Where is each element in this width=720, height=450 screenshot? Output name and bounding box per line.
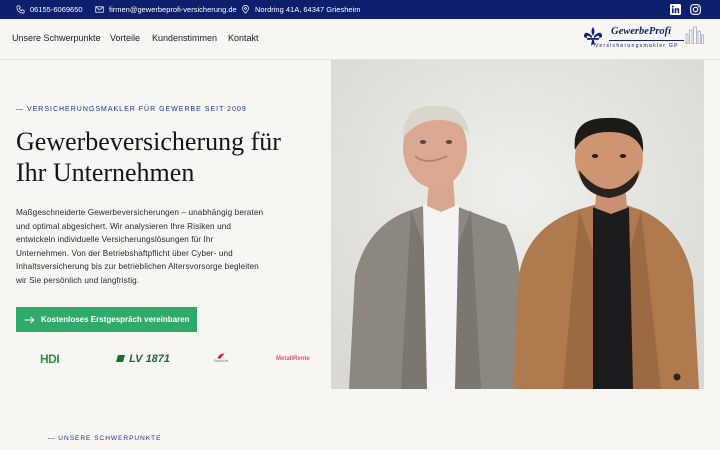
email-address: firmen@gewerbeprofi-versicherung.de [109,5,237,14]
email-contact[interactable]: firmen@gewerbeprofi-versicherung.de [95,0,237,19]
top-contact-bar: 06155-6069650 firmen@gewerbeprofi-versic… [0,0,720,19]
logo-name: GewerbeProfi [611,26,672,37]
cta-button[interactable]: Kostenloses Erstgespräch vereinbaren [16,307,197,332]
hero-description: Maßgeschneiderte Gewerbeversicherungen –… [16,208,264,285]
cta-label: Kostenloses Erstgespräch vereinbaren [41,315,190,324]
partner-logo-metallrente: MetallRente [276,356,310,362]
partner-logo-hdi: HDI [40,352,60,366]
logo-subtitle: Versicherungsmakler GP [595,43,679,49]
partner-swisslife-label: SwissLife [213,359,229,363]
partner-lv-label: LV 1871 [129,353,171,365]
brand-logo[interactable]: GewerbeProfi Versicherungsmakler GP [583,26,707,56]
partner-logo-swisslife: SwissLife [212,353,230,363]
lv-mark-icon [116,355,125,362]
nav-item-kontakt[interactable]: Kontakt [228,33,259,43]
logo-underline [609,40,684,41]
instagram-icon[interactable] [690,4,701,15]
hero-title: Gewerbeversicherung für Ihr Unternehmen [16,126,316,188]
hero-title-line-1: Gewerbeversicherung für [16,127,281,156]
partner-logo-lv1871: LV 1871 [116,353,170,365]
address-contact[interactable]: Nordring 41A, 64347 Griesheim [241,0,360,19]
hero-eyebrow: — VERSICHERUNGSMAKLER FÜR GEWERBE SEIT 2… [16,106,247,113]
arrow-right-icon [24,316,35,323]
mail-icon [95,6,104,13]
location-pin-icon [242,5,249,14]
hero-title-line-2: Ihr Unternehmen [16,158,195,187]
nav-item-schwerpunkte[interactable]: Unsere Schwerpunkte [12,33,101,43]
linkedin-icon[interactable] [670,4,681,15]
phone-contact[interactable]: 06155-6069650 [16,0,83,19]
nav-item-vorteile[interactable]: Vorteile [110,33,140,43]
address-text: Nordring 41A, 64347 Griesheim [255,5,361,14]
hero-photo [331,60,704,389]
nav-item-kundenstimmen[interactable]: Kundenstimmen [152,33,217,43]
phone-number: 06155-6069650 [30,5,83,14]
team-portrait-image [331,60,704,389]
section-eyebrow-schwerpunkte: — UNSERE SCHWERPUNKTE [48,435,162,442]
skyline-icon [685,26,704,44]
phone-icon [16,5,25,14]
